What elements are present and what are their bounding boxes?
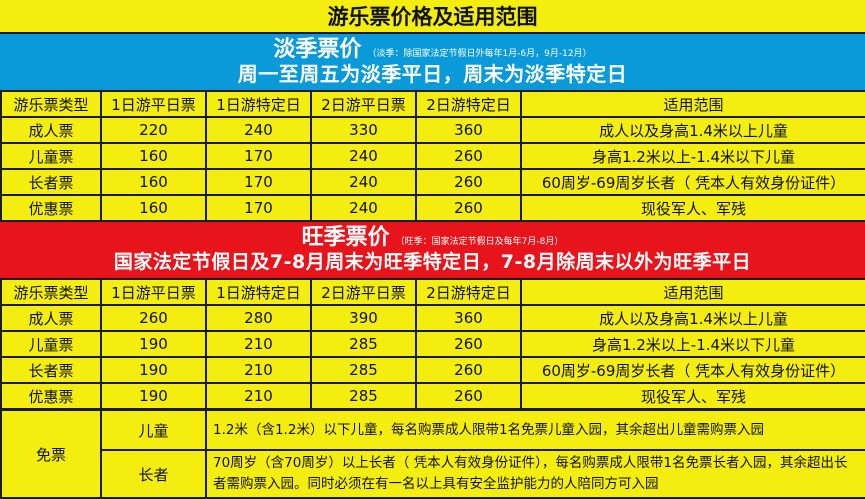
price-cell: 210 (205, 356, 312, 384)
free-ticket-table: 免票 儿童 1.2米（含1.2米）以下儿童，每名购票成人限带1名免票儿童入园，其… (0, 409, 865, 499)
high-season-header-row: 游乐票类型 1日游平日票 1日游特定日 2日游平日票 2日游特定日 适用范围 (0, 278, 865, 306)
price-cell: 360 (415, 304, 522, 332)
range-cell: 身高1.2米以上-1.4米以下儿童 (520, 142, 865, 170)
price-cell: 260 (415, 382, 522, 410)
free-senior-label: 长者 (100, 449, 207, 499)
price-cell: 170 (205, 168, 312, 196)
free-child-label: 儿童 (100, 409, 207, 451)
ticket-type-cell: 儿童票 (0, 330, 102, 358)
column-header: 游乐票类型 (0, 90, 102, 118)
low-season-note: （淡季：除国家法定节假日外每年1月-6月，9月-12月） (367, 49, 592, 59)
page-title: 游乐票价格及适用范围 (0, 0, 865, 34)
column-header: 适用范围 (520, 278, 865, 306)
free-row-senior: 长者 70周岁（含70周岁）以上长者（ 凭本人有效身份证件），每名购票成人限带1… (1, 449, 865, 499)
price-cell: 330 (310, 116, 417, 144)
price-cell: 240 (310, 168, 417, 196)
ticket-type-cell: 长者票 (0, 356, 102, 384)
low-season-table: 游乐票类型 1日游平日票 1日游特定日 2日游平日票 2日游特定日 适用范围 成人票 220 2… (0, 90, 865, 222)
low-season-header-row: 游乐票类型 1日游平日票 1日游特定日 2日游平日票 2日游特定日 适用范围 (0, 90, 865, 118)
price-cell: 285 (310, 356, 417, 384)
range-cell: 成人以及身高1.4米以上儿童 (520, 116, 865, 144)
table-row: 长者票 190 210 285 260 60周岁-69周岁长者（ 凭本人有效身份证件） (0, 356, 865, 384)
ticket-type-cell: 成人票 (0, 116, 102, 144)
high-season-desc: 国家法定节假日及7-8月周末为旺季特定日，7-8月除周末以外为旺季平日 (113, 251, 752, 273)
price-cell: 260 (100, 304, 207, 332)
price-cell: 160 (100, 168, 207, 196)
table-row: 长者票 160 170 240 260 60周岁-69周岁长者（ 凭本人有效身份证件） (0, 168, 865, 196)
high-season-banner: 旺季票价 （旺季：国家法定节假日及每年7月-8月） 国家法定节假日及7-8月周末… (0, 222, 865, 278)
free-child-text: 1.2米（含1.2米）以下儿童，每名购票成人限带1名免票儿童入园，其余超出儿童需… (205, 409, 865, 451)
price-cell: 160 (100, 142, 207, 170)
price-cell: 170 (205, 142, 312, 170)
column-header: 2日游特定日 (415, 278, 522, 306)
low-season-banner: 淡季票价 （淡季：除国家法定节假日外每年1月-6月，9月-12月） 周一至周五为… (0, 34, 865, 90)
column-header: 1日游平日票 (100, 278, 207, 306)
price-cell: 190 (100, 356, 207, 384)
ticket-type-cell: 优惠票 (0, 194, 102, 222)
high-season-note: （旺季：国家法定节假日及每年7月-8月） (395, 237, 564, 247)
price-cell: 190 (100, 330, 207, 358)
price-cell: 210 (205, 330, 312, 358)
range-cell: 60周岁-69周岁长者（ 凭本人有效身份证件） (520, 168, 865, 196)
price-cell: 240 (205, 116, 312, 144)
ticket-type-cell: 优惠票 (0, 382, 102, 410)
range-cell: 成人以及身高1.4米以上儿童 (520, 304, 865, 332)
price-cell: 260 (415, 168, 522, 196)
table-row: 优惠票 160 170 240 260 现役军人、军残 (0, 194, 865, 222)
table-row: 成人票 220 240 330 360 成人以及身高1.4米以上儿童 (0, 116, 865, 144)
column-header: 1日游特定日 (205, 278, 312, 306)
price-cell: 280 (205, 304, 312, 332)
column-header: 2日游平日票 (310, 90, 417, 118)
column-header: 2日游平日票 (310, 278, 417, 306)
table-row: 优惠票 190 210 285 260 现役军人、军残 (0, 382, 865, 410)
price-cell: 190 (100, 382, 207, 410)
free-row-child: 免票 儿童 1.2米（含1.2米）以下儿童，每名购票成人限带1名免票儿童入园，其… (0, 409, 865, 499)
free-label: 免票 (0, 409, 102, 499)
ticket-type-cell: 儿童票 (0, 142, 102, 170)
price-cell: 220 (100, 116, 207, 144)
table-row: 儿童票 190 210 285 260 身高1.2米以上-1.4米以下儿童 (0, 330, 865, 358)
ticket-type-cell: 成人票 (0, 304, 102, 332)
price-cell: 285 (310, 330, 417, 358)
price-cell: 170 (205, 194, 312, 222)
low-season-desc: 周一至周五为淡季平日，周末为淡季特定日 (237, 62, 628, 86)
range-cell: 身高1.2米以上-1.4米以下儿童 (520, 330, 865, 358)
high-season-title: 旺季票价 (301, 225, 390, 250)
column-header: 2日游特定日 (415, 90, 522, 118)
range-cell: 现役军人、军残 (520, 382, 865, 410)
column-header: 1日游平日票 (100, 90, 207, 118)
price-cell: 285 (310, 382, 417, 410)
price-cell: 240 (310, 142, 417, 170)
price-cell: 260 (415, 194, 522, 222)
column-header: 游乐票类型 (0, 278, 102, 306)
table-row: 成人票 260 280 390 360 成人以及身高1.4米以上儿童 (0, 304, 865, 332)
low-season-title: 淡季票价 (273, 37, 362, 62)
price-cell: 240 (310, 194, 417, 222)
column-header: 1日游特定日 (205, 90, 312, 118)
column-header: 适用范围 (520, 90, 865, 118)
range-cell: 现役军人、军残 (520, 194, 865, 222)
price-cell: 210 (205, 382, 312, 410)
price-cell: 160 (100, 194, 207, 222)
price-cell: 260 (415, 330, 522, 358)
price-cell: 260 (415, 356, 522, 384)
price-cell: 390 (310, 304, 417, 332)
ticket-price-sheet: 游乐票价格及适用范围 淡季票价 （淡季：除国家法定节假日外每年1月-6月，9月-… (0, 0, 865, 499)
high-season-table: 游乐票类型 1日游平日票 1日游特定日 2日游平日票 2日游特定日 适用范围 成人票 260 2… (0, 278, 865, 410)
price-cell: 360 (415, 116, 522, 144)
ticket-type-cell: 长者票 (0, 168, 102, 196)
table-row: 儿童票 160 170 240 260 身高1.2米以上-1.4米以下儿童 (0, 142, 865, 170)
free-senior-text: 70周岁（含70周岁）以上长者（ 凭本人有效身份证件），每名购票成人限带1名免票… (205, 449, 865, 499)
price-cell: 260 (415, 142, 522, 170)
range-cell: 60周岁-69周岁长者（ 凭本人有效身份证件） (520, 356, 865, 384)
